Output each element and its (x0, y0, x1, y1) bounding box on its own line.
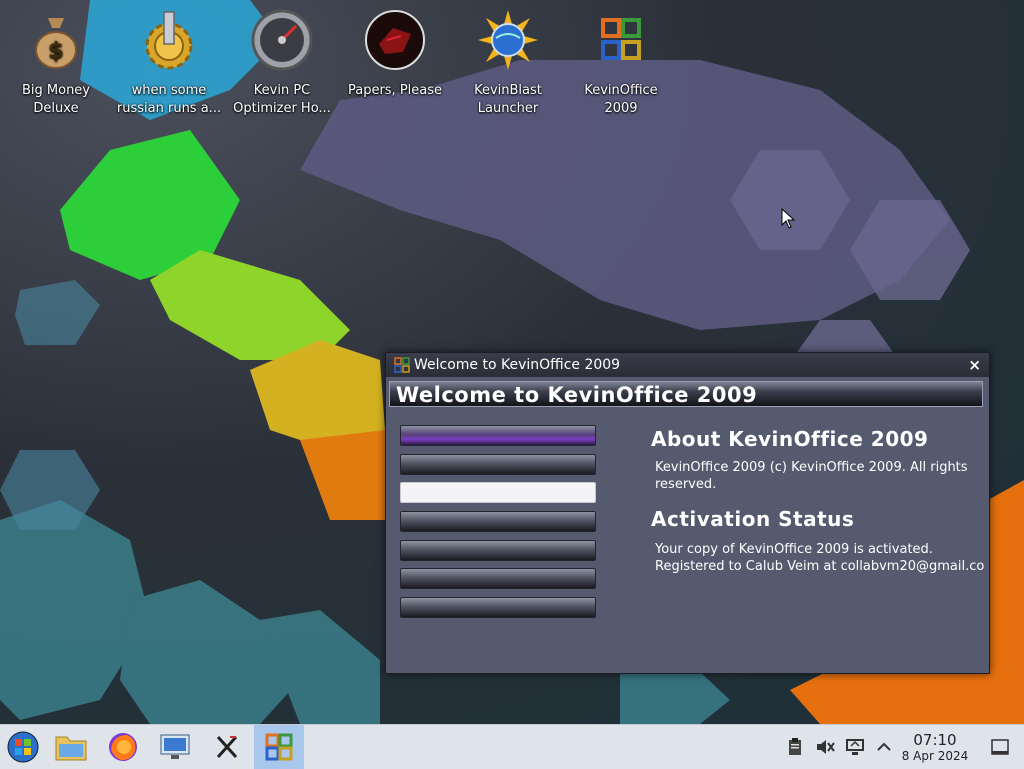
taskbar-kevinoffice[interactable] (254, 725, 304, 769)
taskbar-remote-desktop[interactable] (152, 725, 198, 769)
taskbar-x-app[interactable] (204, 725, 250, 769)
taskbar-file-manager[interactable] (48, 725, 94, 769)
window-title: Welcome to KevinOffice 2009 (414, 357, 621, 373)
desktop-icon-label: KevinOffice 2009 (584, 83, 658, 116)
svg-text:$: $ (48, 39, 63, 64)
desktop-icon-label: when some russian runs a... (116, 83, 222, 116)
activation-line-2: Registered to Calub Veim at collabvm20@g… (655, 559, 985, 574)
desktop-icon-label: Kevin PC Optimizer Ho... (233, 83, 331, 116)
desktop-icon-big-money-deluxe[interactable]: $ Big Money Deluxe (1, 8, 111, 118)
papers-please-icon (365, 10, 425, 70)
nav-button-2[interactable] (400, 454, 596, 475)
taskbar-firefox[interactable] (100, 725, 146, 769)
start-button[interactable] (0, 725, 46, 769)
firefox-icon (109, 733, 137, 761)
activation-line-1: Your copy of KevinOffice 2009 is activat… (655, 542, 933, 557)
clipboard-icon[interactable] (785, 737, 805, 757)
file-manager-icon (55, 736, 87, 761)
window-titlebar[interactable]: Welcome to KevinOffice 2009 × (386, 353, 989, 377)
show-desktop-icon[interactable] (990, 737, 1010, 757)
speedometer-icon (251, 9, 313, 71)
about-text: KevinOffice 2009 (c) KevinOffice 2009. A… (655, 460, 968, 492)
globe-sun-icon (478, 10, 538, 70)
network-monitor-icon[interactable] (845, 737, 865, 757)
nav-button-1[interactable] (400, 425, 596, 446)
office-logo-icon (394, 357, 410, 373)
desktop-icon-kevin-pc-optimizer[interactable]: Kevin PC Optimizer Ho... (227, 8, 337, 118)
nav-button-6[interactable] (400, 568, 596, 589)
desktop-icon-papers-please[interactable]: Papers, Please (340, 8, 450, 100)
nav-button-7[interactable] (400, 597, 596, 618)
remote-desktop-icon (160, 734, 190, 759)
activation-heading: Activation Status (651, 507, 855, 531)
money-bag-icon: $ (35, 18, 77, 69)
start-orb-icon (7, 731, 39, 763)
clock[interactable]: 07:10 8 Apr 2024 (898, 731, 972, 763)
welcome-window: Welcome to KevinOffice 2009 × Welcome to… (385, 352, 990, 674)
clock-time: 07:10 (913, 731, 957, 749)
kevinoffice-taskbar-icon (265, 733, 293, 761)
speaker-muted-icon[interactable] (815, 737, 835, 757)
mouse-cursor-icon (781, 208, 796, 229)
about-heading: About KevinOffice 2009 (651, 427, 929, 451)
desktop-icon-label: KevinBlast Launcher (474, 83, 542, 116)
taskbar: 07:10 8 Apr 2024 (0, 724, 1024, 769)
chevron-up-icon[interactable] (874, 737, 894, 757)
nav-button-3[interactable] (400, 482, 596, 503)
office-logo-icon (601, 18, 641, 60)
clock-date: 8 Apr 2024 (901, 749, 969, 763)
x-app-icon (216, 735, 238, 759)
nav-button-4[interactable] (400, 511, 596, 532)
nav-button-5[interactable] (400, 540, 596, 561)
desktop-icon-kevinblast-launcher[interactable]: KevinBlast Launcher (453, 8, 563, 118)
content-pane: About KevinOffice 2009 KevinOffice 2009 … (651, 427, 991, 575)
desktop-icon-label: Big Money Deluxe (21, 83, 90, 116)
desktop-icon-russian-runs[interactable]: when some russian runs a... (114, 8, 224, 118)
gear-icon (145, 11, 193, 70)
desktop-icon-label: Papers, Please (347, 83, 443, 98)
close-button[interactable]: × (968, 353, 981, 377)
desktop-icon-kevinoffice-2009[interactable]: KevinOffice 2009 (566, 8, 676, 118)
welcome-banner: Welcome to KevinOffice 2009 (389, 381, 983, 407)
